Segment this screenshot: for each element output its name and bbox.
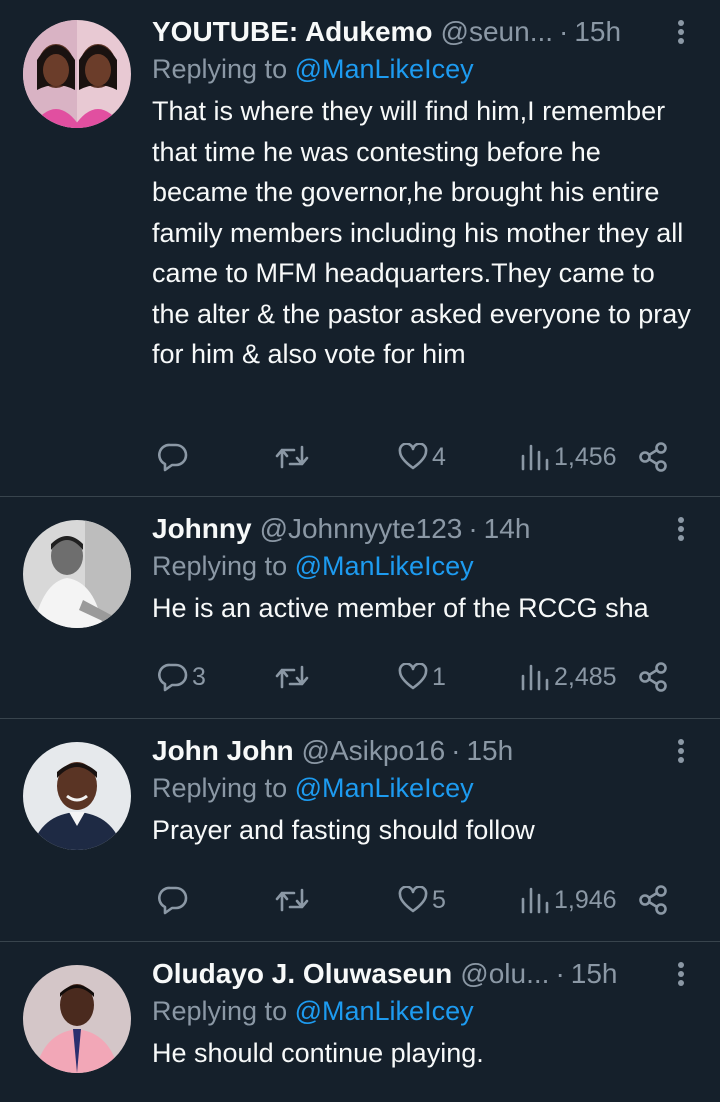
retweet-button[interactable] (274, 880, 314, 920)
share-button[interactable] (638, 880, 668, 920)
dot-separator: · (555, 958, 565, 989)
dot-separator: · (451, 735, 461, 766)
replying-to-prefix: Replying to (152, 996, 288, 1026)
reply-button[interactable]: 3 (158, 657, 206, 697)
tweet-text: Prayer and fasting should follow (152, 815, 535, 845)
user-handle[interactable]: @Johnnyyte123 (260, 512, 463, 546)
share-icon (639, 442, 667, 472)
action-bar: 4 1,456 (152, 437, 672, 477)
user-handle[interactable]: @olu... (460, 957, 549, 991)
like-count: 1 (432, 662, 446, 691)
like-count: 5 (432, 885, 446, 914)
views-icon (521, 664, 549, 691)
avatar-image (23, 742, 131, 850)
reply-feed: YOUTUBE: Adukemo @seun... · 15h Replying… (0, 0, 720, 1102)
heart-icon (398, 886, 428, 913)
like-count: 4 (432, 442, 446, 471)
avatar[interactable] (23, 965, 131, 1073)
replying-to-line: Replying to @ManLikeIcey (152, 546, 698, 586)
display-name[interactable]: Oludayo J. Oluwaseun (152, 957, 452, 991)
timestamp[interactable]: 15h (571, 957, 618, 991)
user-handle[interactable]: @seun... (441, 15, 553, 49)
tweet[interactable]: YOUTUBE: Adukemo @seun... · 15h Replying… (0, 0, 720, 497)
share-button[interactable] (638, 437, 668, 477)
tweet-header: Johnny @Johnnyyte123 · 14h (152, 512, 698, 546)
avatar[interactable] (23, 20, 131, 128)
heart-icon (398, 443, 428, 470)
display-name[interactable]: Johnny (152, 512, 252, 546)
retweet-icon (275, 665, 309, 689)
like-button[interactable]: 5 (398, 880, 446, 920)
replying-to-line: Replying to @ManLikeIcey (152, 768, 698, 808)
replying-to-mention[interactable]: @ManLikeIcey (295, 54, 474, 84)
tweet-header: Oludayo J. Oluwaseun @olu... · 15h (152, 957, 698, 991)
retweet-icon (275, 888, 309, 912)
more-icon (678, 739, 684, 763)
replying-to-mention[interactable]: @ManLikeIcey (295, 773, 474, 803)
timestamp[interactable]: 15h (574, 15, 621, 49)
replying-to-line: Replying to @ManLikeIcey (152, 991, 698, 1031)
dot-separator: · (559, 16, 569, 47)
retweet-button[interactable] (274, 437, 314, 477)
more-button[interactable] (664, 734, 698, 768)
retweet-icon (275, 445, 309, 469)
avatar-image (23, 20, 131, 128)
like-button[interactable]: 1 (398, 657, 446, 697)
replying-to-mention[interactable]: @ManLikeIcey (295, 996, 474, 1026)
avatar[interactable] (23, 742, 131, 850)
more-icon (678, 20, 684, 44)
replying-to-line: Replying to @ManLikeIcey (152, 49, 698, 89)
views-count: 1,456 (554, 442, 617, 471)
retweet-button[interactable] (274, 657, 314, 697)
tweet-header: YOUTUBE: Adukemo @seun... · 15h (152, 15, 698, 49)
tweet-header: John John @Asikpo16 · 15h (152, 734, 698, 768)
share-button[interactable] (638, 657, 668, 697)
user-handle[interactable]: @Asikpo16 (302, 734, 446, 768)
share-icon (639, 885, 667, 915)
more-button[interactable] (664, 957, 698, 991)
timestamp[interactable]: 14h (484, 512, 531, 546)
replying-to-prefix: Replying to (152, 773, 288, 803)
views-button[interactable]: 1,946 (520, 880, 617, 920)
reply-button[interactable] (158, 880, 192, 920)
more-icon (678, 517, 684, 541)
replying-to-mention[interactable]: @ManLikeIcey (295, 551, 474, 581)
replying-to-prefix: Replying to (152, 551, 288, 581)
avatar[interactable] (23, 520, 131, 628)
avatar-image (23, 520, 131, 628)
action-bar: 3 1 2,485 (152, 657, 672, 697)
reply-icon (158, 886, 188, 915)
tweet[interactable]: Oludayo J. Oluwaseun @olu... · 15h Reply… (0, 942, 720, 1102)
views-count: 1,946 (554, 885, 617, 914)
timestamp[interactable]: 15h (466, 734, 513, 768)
display-name[interactable]: YOUTUBE: Adukemo (152, 15, 433, 49)
views-icon (521, 887, 549, 914)
more-button[interactable] (664, 15, 698, 49)
tweet-text: He is an active member of the RCCG sha (152, 593, 649, 623)
reply-icon (158, 663, 188, 692)
views-button[interactable]: 1,456 (520, 437, 617, 477)
replying-to-prefix: Replying to (152, 54, 288, 84)
dot-separator: · (468, 513, 478, 544)
views-count: 2,485 (554, 662, 617, 691)
tweet-text: He should continue playing. (152, 1038, 484, 1068)
like-button[interactable]: 4 (398, 437, 446, 477)
tweet[interactable]: John John @Asikpo16 · 15h Replying to @M… (0, 719, 720, 942)
reply-icon (158, 443, 188, 472)
reply-count: 3 (192, 662, 206, 691)
more-button[interactable] (664, 512, 698, 546)
display-name[interactable]: John John (152, 734, 294, 768)
views-icon (521, 444, 549, 471)
tweet[interactable]: Johnny @Johnnyyte123 · 14h Replying to @… (0, 497, 720, 719)
avatar-image (23, 965, 131, 1073)
tweet-text: That is where they will find him,I remem… (152, 96, 691, 369)
more-icon (678, 962, 684, 986)
share-icon (639, 662, 667, 692)
views-button[interactable]: 2,485 (520, 657, 617, 697)
action-bar: 5 1,946 (152, 880, 672, 920)
reply-button[interactable] (158, 437, 192, 477)
heart-icon (398, 663, 428, 690)
